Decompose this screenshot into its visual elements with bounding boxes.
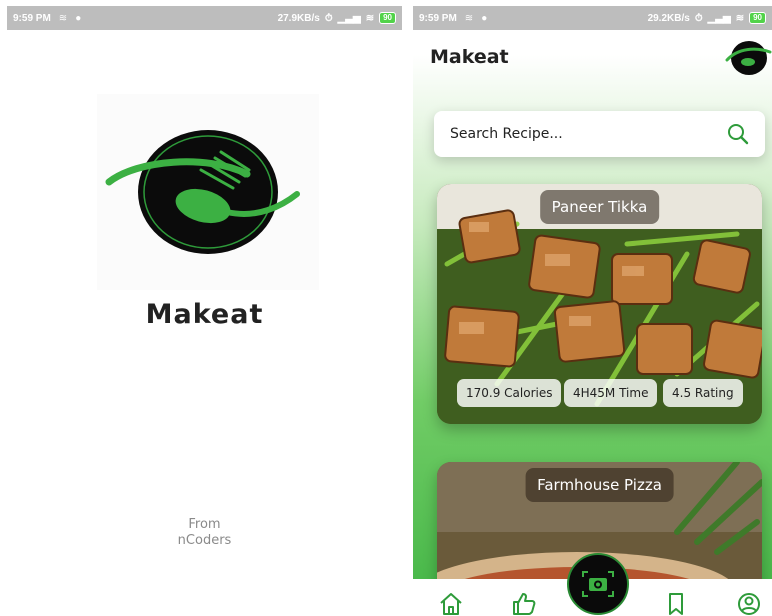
splash-screen: 9:59 PM ≋ ● 27.9KB/s ⏱ ▁▃▅ ≋ 90 Makeat F… — [7, 6, 402, 616]
network-speed: 27.9KB/s — [277, 12, 320, 24]
network-speed: 29.2KB/s — [647, 12, 690, 24]
page-title: Makeat — [430, 46, 509, 68]
search-icon[interactable] — [727, 123, 749, 145]
status-time: 9:59 PM — [419, 12, 457, 24]
calories-chip: 170.9 Calories — [457, 379, 562, 407]
search-input[interactable]: Search Recipe... — [450, 126, 563, 142]
wifi-status-icon: ≋ — [735, 12, 745, 24]
signal-icon: ▁▃▅ — [337, 12, 361, 24]
battery-indicator: 90 — [749, 12, 766, 24]
camera-button[interactable] — [567, 553, 629, 615]
alarm-icon: ⏱ — [694, 12, 703, 24]
recipe-card[interactable]: Paneer Tikka 170.9 Calories 4H45M Time 4… — [437, 184, 762, 424]
rating-chip: 4.5 Rating — [663, 379, 743, 407]
brand-logo — [97, 94, 319, 290]
brand-name: Makeat — [145, 299, 264, 330]
notification-icon: ● — [75, 12, 82, 24]
profile-icon[interactable] — [736, 592, 762, 616]
credits: From nCoders — [7, 517, 402, 549]
recipe-title: Farmhouse Pizza — [525, 468, 674, 502]
thumbs-up-icon[interactable] — [511, 592, 537, 616]
status-right: 27.9KB/s ⏱ ▁▃▅ ≋ 90 — [278, 12, 396, 24]
signal-icon: ▁▃▅ — [707, 12, 731, 24]
search-bar[interactable]: Search Recipe... — [434, 111, 765, 157]
company-name: nCoders — [177, 533, 232, 548]
status-time: 9:59 PM — [13, 12, 51, 24]
wifi-icon: ≋ — [464, 12, 474, 24]
camera-icon — [582, 571, 614, 597]
battery-indicator: 90 — [379, 12, 396, 24]
alarm-icon: ⏱ — [324, 12, 333, 24]
from-label: From — [188, 517, 221, 532]
bookmark-icon[interactable] — [663, 592, 689, 616]
recipe-title: Paneer Tikka — [539, 190, 660, 224]
app-logo[interactable] — [722, 38, 772, 78]
status-bar: 9:59 PM ≋ ● 29.2KB/s ⏱ ▁▃▅ ≋ 90 — [413, 6, 772, 30]
wifi-status-icon: ≋ — [365, 12, 375, 24]
time-chip: 4H45M Time — [564, 379, 658, 407]
status-right: 29.2KB/s ⏱ ▁▃▅ ≋ 90 — [648, 12, 766, 24]
home-icon[interactable] — [438, 592, 464, 616]
status-bar: 9:59 PM ≋ ● 27.9KB/s ⏱ ▁▃▅ ≋ 90 — [7, 6, 402, 30]
notification-icon: ● — [481, 12, 488, 24]
home-screen: 9:59 PM ≋ ● 29.2KB/s ⏱ ▁▃▅ ≋ 90 Makeat S… — [413, 6, 772, 616]
wifi-icon: ≋ — [58, 12, 68, 24]
